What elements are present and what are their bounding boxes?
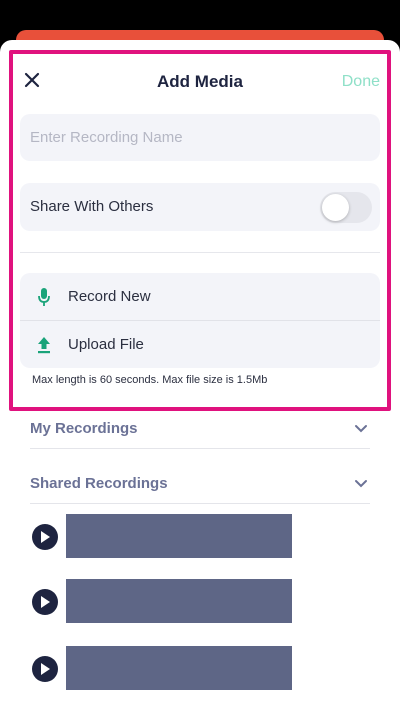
- play-button[interactable]: [32, 524, 58, 550]
- recording-item: [30, 579, 292, 625]
- highlight-frame: [9, 50, 391, 411]
- recording-item: [30, 514, 292, 560]
- section-title: My Recordings: [30, 420, 138, 437]
- recording-bar[interactable]: [66, 646, 292, 690]
- recording-bar[interactable]: [66, 579, 292, 623]
- recording-item: [30, 646, 292, 692]
- chevron-down-icon: [355, 425, 367, 433]
- section-title: Shared Recordings: [30, 475, 168, 492]
- recording-bar[interactable]: [66, 514, 292, 558]
- play-icon: [41, 663, 50, 675]
- play-button[interactable]: [32, 589, 58, 615]
- chevron-down-icon: [355, 480, 367, 488]
- play-button[interactable]: [32, 656, 58, 682]
- play-icon: [41, 596, 50, 608]
- section-my-recordings[interactable]: My Recordings: [30, 408, 370, 449]
- section-shared-recordings[interactable]: Shared Recordings: [30, 463, 370, 504]
- play-icon: [41, 531, 50, 543]
